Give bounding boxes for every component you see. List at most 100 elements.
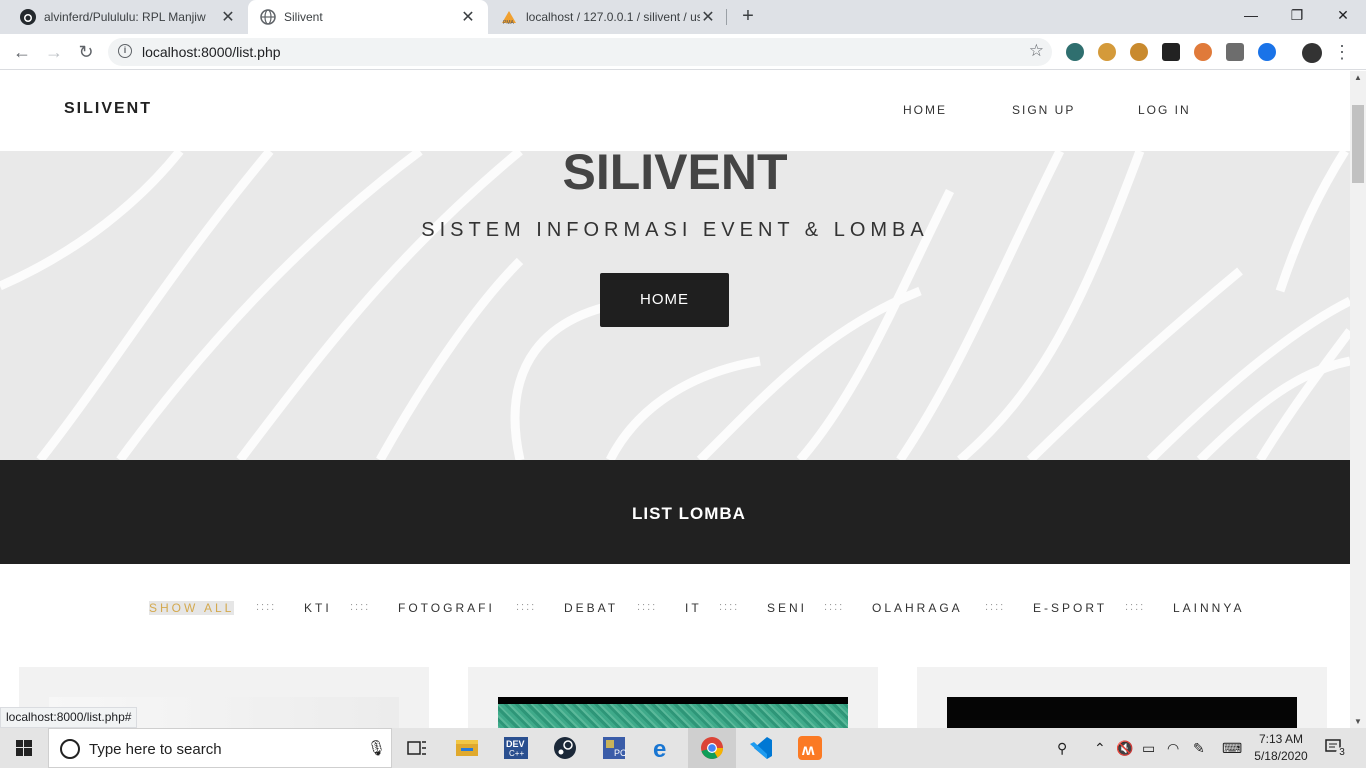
- card-image-texture: [498, 704, 848, 728]
- filter-fotografi[interactable]: FOTOGRAFI: [398, 601, 495, 615]
- hero-subtitle: SISTEM INFORMASI EVENT & LOMBA: [421, 219, 929, 241]
- close-tab-icon[interactable]: ✕: [460, 7, 476, 27]
- keyboard-icon[interactable]: ⌨: [1222, 740, 1242, 757]
- back-arrow-icon[interactable]: ←: [10, 40, 34, 64]
- edge-icon[interactable]: e: [650, 734, 678, 762]
- filter-it[interactable]: IT: [685, 601, 702, 615]
- taskbar-clock[interactable]: 7:13 AM 5/18/2020: [1246, 731, 1316, 765]
- nav-home-link[interactable]: HOME: [903, 103, 947, 117]
- menu-dots-icon[interactable]: ⋮: [1330, 40, 1354, 64]
- filter-esport[interactable]: E-SPORT: [1033, 601, 1107, 615]
- filter-separator: ::::: [985, 601, 1006, 613]
- pen-icon[interactable]: ✎: [1193, 740, 1205, 757]
- cookie-editor-icon[interactable]: [1130, 43, 1148, 61]
- extension-orange-icon[interactable]: [1194, 43, 1212, 61]
- list-lomba-band: LIST LOMBA: [0, 460, 1350, 564]
- battery-icon[interactable]: ▭: [1142, 740, 1155, 757]
- search-placeholder[interactable]: Type here to search: [89, 741, 222, 758]
- filter-separator: ::::: [824, 601, 845, 613]
- card-image[interactable]: [947, 697, 1297, 728]
- filter-kti[interactable]: KTI: [304, 601, 332, 615]
- filter-separator: ::::: [1125, 601, 1146, 613]
- phpmyadmin-icon: PMA: [502, 11, 516, 25]
- scroll-thumb[interactable]: [1352, 105, 1364, 183]
- filter-separator: ::::: [637, 601, 658, 613]
- tab-separator: [726, 9, 727, 25]
- tab-phpmyadmin[interactable]: PMA localhost / 127.0.0.1 / silivent / u…: [488, 0, 728, 34]
- browser-toolbar: ← → ↻ i localhost:8000/list.php ☆ ⋮: [0, 34, 1366, 70]
- taskbar-search[interactable]: Type here to search 🎙: [48, 728, 392, 768]
- chrome-icon[interactable]: [698, 734, 726, 762]
- reload-icon[interactable]: ↻: [74, 40, 98, 64]
- wifi-icon[interactable]: ◠: [1167, 740, 1179, 757]
- free-pascal-icon[interactable]: PC: [600, 734, 628, 762]
- tab-silivent[interactable]: Silivent ✕: [248, 0, 488, 34]
- scroll-up-icon[interactable]: ▲: [1354, 73, 1362, 82]
- close-tab-icon[interactable]: ✕: [700, 7, 716, 27]
- nav-signup-link[interactable]: SIGN UP: [1012, 103, 1075, 117]
- maximize-button[interactable]: ❐: [1274, 0, 1320, 30]
- hero-title: SILIVENT: [562, 144, 788, 200]
- lomba-card[interactable]: [468, 667, 878, 728]
- close-tab-icon[interactable]: ✕: [220, 7, 236, 27]
- hero-home-button[interactable]: HOME: [600, 273, 729, 327]
- dev-cpp-icon[interactable]: DEVC++: [502, 734, 530, 762]
- action-center-icon[interactable]: 3: [1323, 736, 1348, 760]
- filter-debat[interactable]: DEBAT: [564, 601, 618, 615]
- start-button[interactable]: [0, 728, 48, 768]
- chevron-up-icon[interactable]: ⌃: [1094, 740, 1106, 757]
- svg-text:PC: PC: [614, 748, 627, 758]
- site-brand[interactable]: SILIVENT: [64, 100, 152, 118]
- tab-title: alvinferd/Pulululu: RPL Manjiw: [44, 10, 206, 24]
- filter-olahraga[interactable]: OLAHRAGA: [872, 601, 963, 615]
- forward-arrow-icon[interactable]: →: [42, 40, 66, 64]
- filter-separator: ::::: [256, 601, 277, 613]
- extension-search-icon[interactable]: [1258, 43, 1276, 61]
- microphone-icon[interactable]: 🎙: [367, 739, 386, 757]
- close-window-button[interactable]: ✕: [1320, 0, 1366, 30]
- tab-title: localhost / 127.0.0.1 / silivent / us: [526, 10, 700, 24]
- windows-logo-icon: [16, 740, 32, 756]
- address-bar[interactable]: i localhost:8000/list.php ☆: [108, 38, 1052, 66]
- globe-icon: [260, 9, 276, 25]
- svg-text:ʍ: ʍ: [801, 742, 815, 759]
- new-tab-button[interactable]: +: [737, 5, 759, 27]
- bookmark-star-icon[interactable]: ☆: [1029, 41, 1044, 61]
- tab-strip: alvinferd/Pulululu: RPL Manjiw ✕ Siliven…: [0, 0, 1366, 34]
- task-view-icon[interactable]: [402, 734, 430, 762]
- filter-separator: ::::: [516, 601, 537, 613]
- browser-chrome: alvinferd/Pulululu: RPL Manjiw ✕ Siliven…: [0, 0, 1366, 70]
- scroll-down-icon[interactable]: ▼: [1354, 717, 1362, 726]
- cortana-icon: [60, 739, 80, 759]
- profile-avatar[interactable]: [1302, 43, 1322, 63]
- page-scrollbar[interactable]: ▲ ▼: [1350, 71, 1366, 728]
- notification-count: 3: [1336, 747, 1348, 759]
- lomba-card[interactable]: [917, 667, 1327, 728]
- tab-github[interactable]: alvinferd/Pulululu: RPL Manjiw ✕: [8, 0, 248, 34]
- filter-lainnya[interactable]: LAINNYA: [1173, 601, 1244, 615]
- card-image[interactable]: [498, 697, 848, 728]
- url-text[interactable]: localhost:8000/list.php: [142, 44, 281, 60]
- minimize-button[interactable]: —: [1228, 0, 1274, 30]
- svg-text:PMA: PMA: [503, 20, 515, 25]
- steam-icon[interactable]: [551, 734, 579, 762]
- filter-seni[interactable]: SENI: [767, 601, 807, 615]
- extension-nl-icon[interactable]: [1066, 43, 1084, 61]
- people-icon[interactable]: ⚲: [1057, 740, 1067, 757]
- filter-separator: ::::: [350, 601, 371, 613]
- vscode-icon[interactable]: [747, 734, 775, 762]
- xampp-icon[interactable]: ʍ: [796, 734, 824, 762]
- section-title: LIST LOMBA: [632, 504, 746, 523]
- link-status-bubble: localhost:8000/list.php#: [0, 707, 138, 728]
- nav-login-link[interactable]: LOG IN: [1138, 103, 1191, 117]
- speaker-muted-icon[interactable]: 🔇: [1116, 740, 1133, 757]
- site-navbar: SILIVENT HOME SIGN UP LOG IN: [0, 71, 1350, 151]
- svg-text:e: e: [653, 736, 666, 762]
- cookie-icon[interactable]: [1098, 43, 1116, 61]
- file-explorer-icon[interactable]: [453, 734, 481, 762]
- extension-chat-icon[interactable]: [1226, 43, 1244, 61]
- info-icon[interactable]: i: [118, 44, 132, 58]
- extension-dark-icon[interactable]: [1162, 43, 1180, 61]
- filter-show-all[interactable]: SHOW ALL: [149, 601, 235, 615]
- category-filters: SHOW ALL :::: KTI :::: FOTOGRAFI :::: DE…: [0, 601, 1350, 621]
